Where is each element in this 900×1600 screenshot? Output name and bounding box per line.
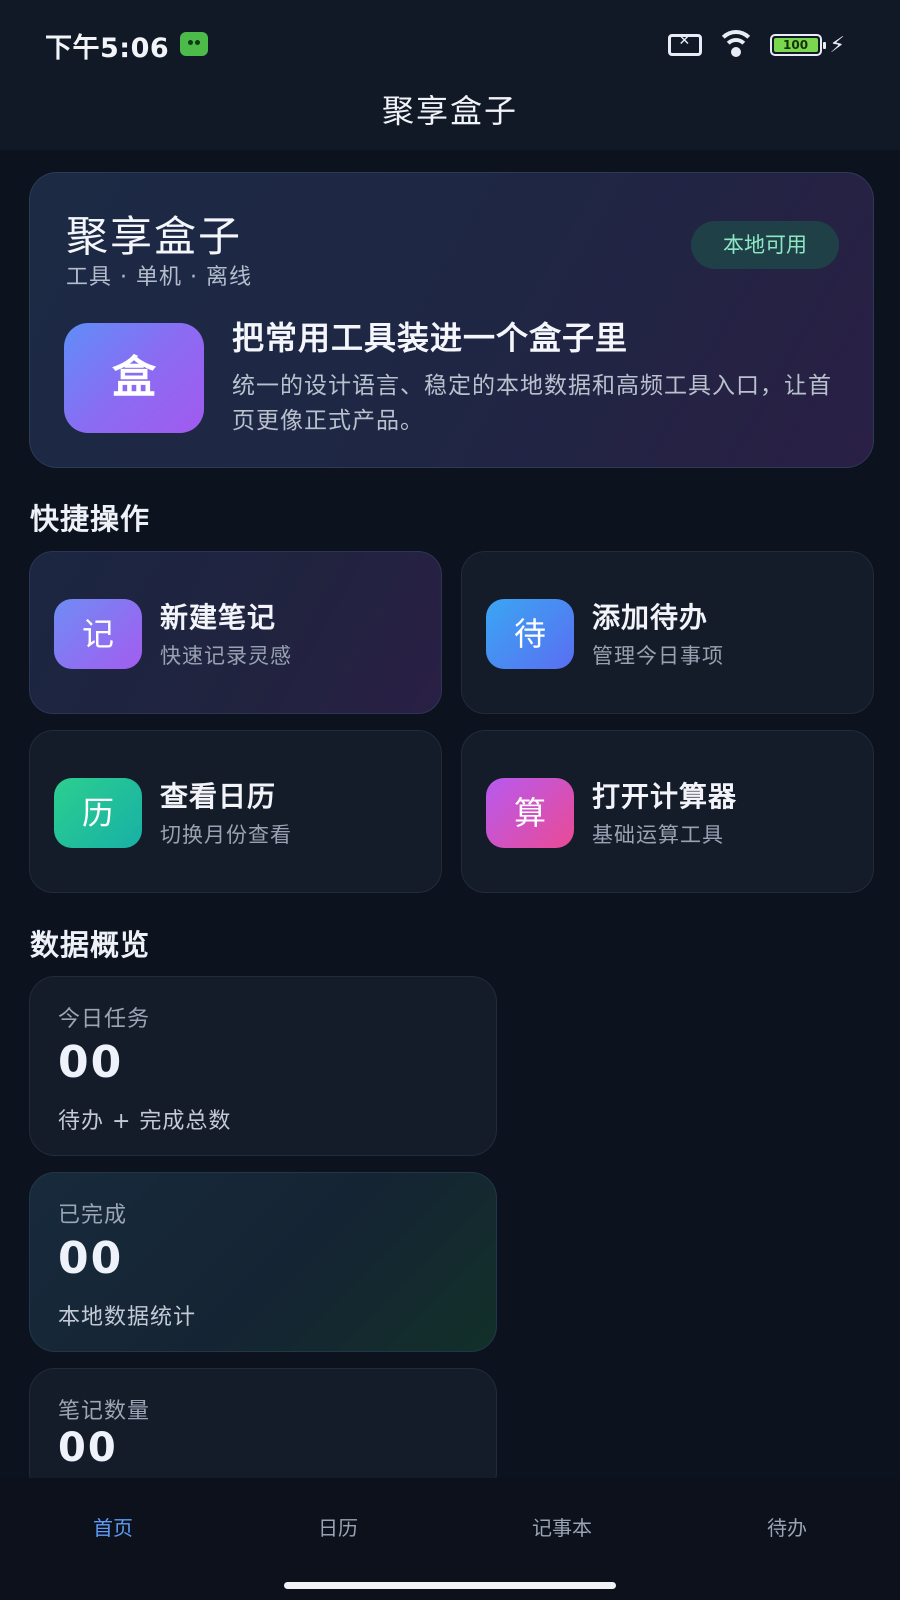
hero-headline: 把常用工具装进一个盒子里: [232, 319, 629, 357]
stat-card-completed[interactable]: 已完成 00 本地数据统计: [29, 1172, 497, 1352]
top-bar: 下午5:06 100 ⚡ 聚享盒子: [0, 0, 900, 150]
hero-card: 聚享盒子 工具 · 单机 · 离线 本地可用 盒 把常用工具装进一个盒子里 统一…: [29, 172, 874, 468]
status-indicators: 100 ⚡: [667, 30, 845, 60]
status-badge: 本地可用: [691, 221, 839, 269]
action-label: 查看日历: [160, 780, 277, 813]
hero-description: 统一的设计语言、稳定的本地数据和高频工具入口，让首页更像正式产品。: [232, 373, 832, 434]
tab-todo[interactable]: 待办: [707, 1512, 867, 1541]
stat-note: 待办 + 完成总数: [58, 1109, 232, 1134]
tab-home[interactable]: 首页: [33, 1512, 193, 1541]
tab-calendar[interactable]: 日历: [258, 1512, 418, 1541]
overview-title: 数据概览: [30, 928, 151, 962]
new-note-button[interactable]: 记 新建笔记 快速记录灵感: [29, 551, 442, 714]
calendar-icon: 历: [54, 778, 142, 848]
stat-value: 00: [58, 1037, 124, 1088]
charging-bolt-icon: ⚡: [829, 32, 845, 58]
view-calendar-button[interactable]: 历 查看日历 切换月份查看: [29, 730, 442, 893]
action-desc: 切换月份查看: [160, 823, 292, 847]
home-indicator[interactable]: [284, 1582, 616, 1589]
hero-title: 聚享盒子: [66, 212, 243, 261]
action-desc: 快速记录灵感: [160, 644, 292, 668]
add-todo-button[interactable]: 待 添加待办 管理今日事项: [461, 551, 874, 714]
status-time: 下午5:06: [45, 33, 170, 64]
sim-off-icon: [667, 33, 702, 56]
action-label: 打开计算器: [592, 780, 738, 813]
note-icon: 记: [54, 599, 142, 669]
action-desc: 管理今日事项: [592, 644, 724, 668]
home-screen: 下午5:06 100 ⚡ 聚享盒子 聚享盒子 工具 · 单机 · 离线 本地可用…: [0, 0, 900, 1600]
calculator-icon: 算: [486, 778, 574, 848]
stat-label: 今日任务: [58, 1007, 151, 1032]
action-label: 添加待办: [592, 601, 709, 634]
box-logo-icon: 盒: [64, 323, 204, 433]
stat-note: 本地数据统计: [58, 1305, 197, 1330]
battery-icon: 100: [769, 34, 826, 56]
stat-label: 笔记数量: [58, 1399, 151, 1424]
quick-actions-title: 快捷操作: [30, 502, 151, 536]
tab-notebook[interactable]: 记事本: [482, 1512, 642, 1541]
stat-label: 已完成: [58, 1203, 128, 1228]
app-notification-icon: [180, 32, 208, 56]
action-desc: 基础运算工具: [592, 823, 724, 847]
hero-subtitle: 工具 · 单机 · 离线: [66, 265, 252, 290]
open-calculator-button[interactable]: 算 打开计算器 基础运算工具: [461, 730, 874, 893]
page-title: 聚享盒子: [381, 92, 518, 130]
wifi-icon: [715, 30, 756, 60]
stat-value: 00: [58, 1425, 118, 1471]
battery-level: 100: [773, 38, 818, 52]
stat-value: 00: [58, 1233, 124, 1284]
todo-icon: 待: [486, 599, 574, 669]
action-label: 新建笔记: [160, 601, 277, 634]
stat-card-today-tasks[interactable]: 今日任务 00 待办 + 完成总数: [29, 976, 497, 1156]
